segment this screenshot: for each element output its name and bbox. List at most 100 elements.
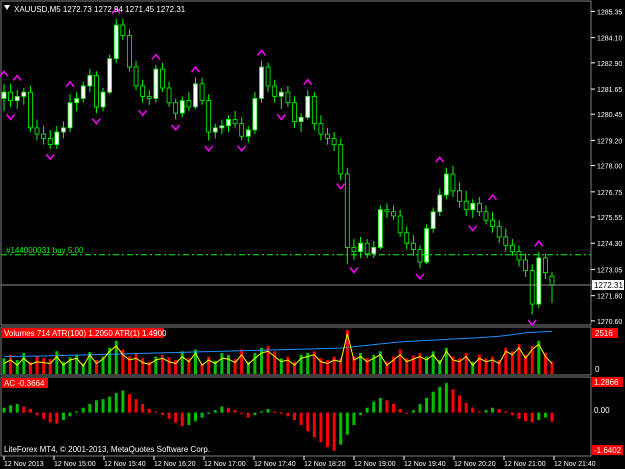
symbol-label: XAUUSD,M5 1272.73 1272.94 1271.45 1272.3… <box>14 5 186 14</box>
candle-body <box>437 194 443 213</box>
volume-bar <box>160 354 164 374</box>
candle-body <box>457 190 462 202</box>
candle-body <box>443 173 449 196</box>
price-tick-label: 1281.65 <box>597 87 622 94</box>
ac-bar <box>332 412 336 451</box>
time-tick-label: 12 Nov 20:20 <box>454 461 496 468</box>
ac-bar <box>154 411 158 413</box>
candle-body <box>146 95 152 99</box>
volume-bar <box>42 358 46 374</box>
price-tick-label: 1274.30 <box>597 241 622 248</box>
ac-bar <box>392 404 396 413</box>
ac-bar <box>510 412 514 416</box>
candle-body <box>424 228 429 263</box>
ac-bar <box>293 412 297 421</box>
candle-body <box>219 125 225 129</box>
volume-bar <box>398 349 402 374</box>
candle-body <box>536 257 542 305</box>
candle-body <box>331 137 337 146</box>
metatrader-chart[interactable]: #144000031 buy 5.00 XAUUSD,M5 1272.73 12… <box>0 0 625 469</box>
candle-body <box>509 244 515 253</box>
ac-bar <box>246 412 250 418</box>
time-tick-label: 12 Nov 18:20 <box>304 461 346 468</box>
candle-body <box>14 95 20 101</box>
candle-body <box>206 100 212 133</box>
chart-background <box>0 0 625 469</box>
candle-body <box>80 85 86 99</box>
ac-bar <box>207 412 211 414</box>
time-tick-label: 12 Nov 21:00 <box>504 461 546 468</box>
candle-body <box>193 83 198 108</box>
ac-bar <box>9 405 13 413</box>
candle-body <box>107 58 113 93</box>
volume-bar <box>9 354 13 374</box>
candle-body <box>100 91 106 108</box>
volume-indicator-label: Volumes 714 ATR(100) 1.2050 ATR(1) 1.490… <box>4 329 167 338</box>
candle-body <box>516 251 522 261</box>
candle-body <box>430 211 436 229</box>
ac-bar <box>213 410 217 413</box>
volume-bar <box>332 356 336 374</box>
candle-body <box>529 270 535 305</box>
volume-bar <box>75 354 79 374</box>
candle-body <box>74 98 80 104</box>
candle-body <box>67 102 73 129</box>
volume-bar <box>2 358 6 374</box>
ac-bar <box>266 408 270 413</box>
candle-body <box>496 226 502 238</box>
ac-bar <box>431 391 435 413</box>
candle-body <box>278 91 284 97</box>
candle-body <box>549 275 555 286</box>
ac-bar <box>372 401 376 413</box>
ac-bar <box>220 406 224 413</box>
price-tick-label: 1279.20 <box>597 138 622 145</box>
ac-bar <box>127 394 131 413</box>
ac-bar <box>226 407 230 413</box>
candle-body <box>311 95 317 125</box>
candle-body <box>344 173 350 248</box>
candle-body <box>113 24 119 60</box>
candle-body <box>94 75 99 108</box>
volume-bar <box>35 356 39 374</box>
time-tick-label: 12 Nov 19:40 <box>404 461 446 468</box>
ac-bar <box>326 412 330 448</box>
time-tick-label: 12 Nov 17:00 <box>204 461 246 468</box>
ac-bar <box>418 404 422 413</box>
candle-body <box>265 66 271 87</box>
volume-bar <box>15 360 19 374</box>
volume-bar <box>141 358 145 374</box>
ac-bar <box>385 400 389 413</box>
ac-bar <box>15 404 19 413</box>
candle-body <box>318 123 324 135</box>
volume-bar <box>226 354 230 374</box>
candle-body <box>199 83 205 101</box>
ac-indicator-label: AC -0.3664 <box>4 379 45 388</box>
candle-body <box>1 91 7 99</box>
ac-bar <box>108 396 112 413</box>
ac-bar <box>134 399 138 413</box>
time-tick-label: 12 Nov 16:20 <box>154 461 196 468</box>
ac-bar <box>477 411 481 413</box>
ac-bar <box>491 407 495 413</box>
candle-body <box>226 119 231 127</box>
price-tick-label: 1270.60 <box>597 319 622 326</box>
ac-top-label: 1.2866 <box>594 378 619 387</box>
volume-bar <box>134 353 138 374</box>
volume-bar <box>180 351 184 374</box>
ac-bar <box>517 412 521 419</box>
ac-bar <box>425 397 429 413</box>
ac-bar <box>438 386 442 413</box>
volume-bar <box>220 353 224 374</box>
volume-bar <box>55 351 59 374</box>
ac-bar <box>444 383 448 413</box>
candle-body <box>232 119 238 125</box>
ac-bar <box>378 397 382 413</box>
ac-bottom-label: -1.6402 <box>594 446 622 455</box>
ac-bar <box>233 410 237 413</box>
ac-bar <box>101 399 105 413</box>
ac-bar <box>365 407 369 413</box>
candle-body <box>272 85 278 97</box>
ac-bar <box>359 412 363 416</box>
volume-max-label: 2516 <box>595 329 613 338</box>
candle-body <box>186 100 192 108</box>
